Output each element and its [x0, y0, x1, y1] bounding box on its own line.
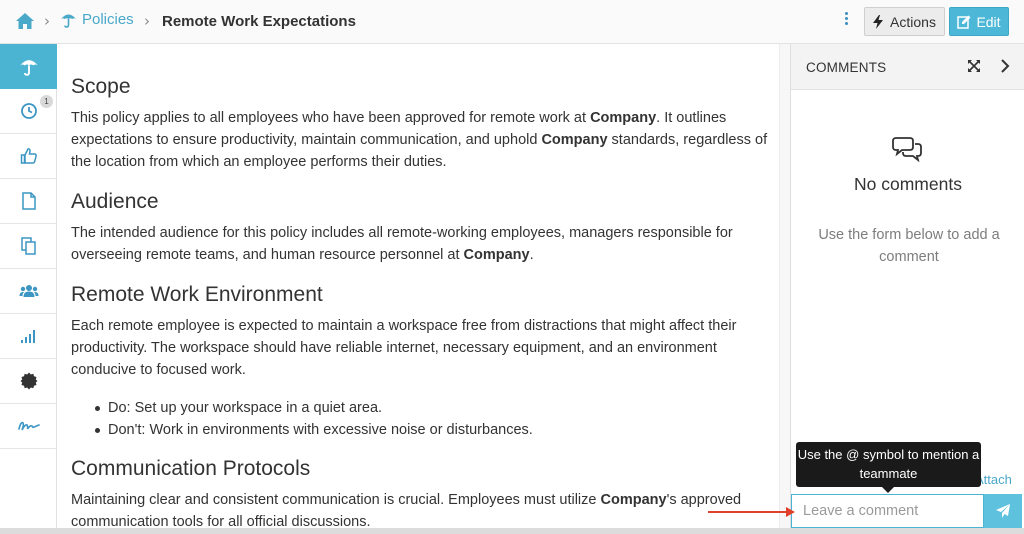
audience-text-2: .: [529, 247, 534, 263]
breadcrumb-separator: ›: [144, 12, 150, 30]
policy-document: Scope This policy applies to all employe…: [57, 44, 790, 534]
breadcrumb-policies-link[interactable]: Policies: [60, 11, 134, 28]
sidebar-item-certification[interactable]: [0, 359, 57, 404]
mention-tooltip: Use the @ symbol to mention a teammate: [796, 442, 981, 493]
page-title: Remote Work Expectations: [162, 13, 356, 30]
audience-paragraph: The intended audience for this policy in…: [71, 222, 783, 266]
breadcrumb-separator: ›: [44, 12, 50, 30]
history-count-badge: 1: [40, 95, 53, 108]
chevron-right-icon[interactable]: [1000, 59, 1010, 73]
company-name: Company: [590, 110, 657, 126]
vertical-dots-icon[interactable]: [842, 12, 850, 30]
signature-icon: [17, 421, 40, 431]
guidelines-list: Do: Set up your workspace in a quiet are…: [94, 397, 533, 441]
comment-input[interactable]: [791, 494, 984, 528]
company-name: Company: [463, 247, 530, 263]
empty-comments-hint: Use the form below to add a comment: [818, 227, 1000, 265]
annotation-arrow: [708, 507, 795, 517]
comments-header: COMMENTS: [791, 44, 1024, 90]
umbrella-icon: [19, 60, 38, 76]
audience-text-1: The intended audience for this policy in…: [71, 225, 733, 263]
edit-label: Edit: [976, 13, 1001, 30]
company-name: Company: [600, 492, 667, 508]
section-heading-communication-protocols: Communication Protocols: [71, 457, 311, 480]
signal-bars-icon: [20, 330, 35, 343]
thumbs-up-icon: [20, 148, 37, 164]
sidebar-item-signatures[interactable]: [0, 404, 57, 449]
sidebar-item-history[interactable]: 1: [0, 89, 57, 134]
expand-icon[interactable]: [967, 59, 981, 73]
breadcrumb-policies-label: Policies: [82, 11, 134, 28]
list-item: Don't: Work in environments with excessi…: [94, 419, 533, 441]
company-name: Company: [541, 132, 608, 148]
list-item: Do: Set up your workspace in a quiet are…: [94, 397, 533, 419]
umbrella-icon: [61, 14, 76, 28]
chat-icon: [892, 137, 922, 162]
empty-comments-title: No comments: [854, 174, 962, 194]
sidebar-item-approvals[interactable]: [0, 134, 57, 179]
clock-icon: [20, 103, 37, 119]
scope-paragraph: This policy applies to all employees who…: [71, 107, 783, 173]
sidebar-item-statistics[interactable]: [0, 314, 57, 359]
top-bar: › Policies › Remote Work Expectations Ac…: [0, 0, 1024, 44]
edit-icon: [957, 15, 971, 29]
comments-title: COMMENTS: [806, 60, 887, 75]
sidebar-item-users[interactable]: [0, 269, 57, 314]
actions-button[interactable]: Actions: [864, 7, 945, 36]
section-heading-remote-work-environment: Remote Work Environment: [71, 283, 323, 306]
copy-icon: [20, 237, 36, 255]
edit-button[interactable]: Edit: [949, 7, 1009, 36]
document-icon: [21, 192, 36, 210]
send-icon: [996, 504, 1010, 518]
section-heading-audience: Audience: [71, 190, 159, 213]
communication-text-1: Maintaining clear and consistent communi…: [71, 492, 601, 508]
environment-paragraph: Each remote employee is expected to main…: [71, 318, 737, 378]
home-icon[interactable]: [15, 12, 35, 30]
scope-text-1: This policy applies to all employees who…: [71, 110, 591, 126]
sidebar: 1: [0, 44, 57, 534]
sidebar-item-documents[interactable]: [0, 179, 57, 224]
content-scrollbar[interactable]: [779, 44, 790, 534]
section-heading-scope: Scope: [71, 75, 131, 98]
sidebar-item-copies[interactable]: [0, 224, 57, 269]
window-bottom-edge: [0, 528, 1024, 534]
actions-label: Actions: [890, 13, 936, 30]
sidebar-item-policy[interactable]: [0, 44, 57, 89]
users-icon: [19, 285, 38, 297]
seal-icon: [20, 372, 37, 390]
communication-paragraph: Maintaining clear and consistent communi…: [71, 489, 783, 533]
send-button[interactable]: [984, 494, 1022, 528]
bolt-icon: [873, 14, 884, 29]
